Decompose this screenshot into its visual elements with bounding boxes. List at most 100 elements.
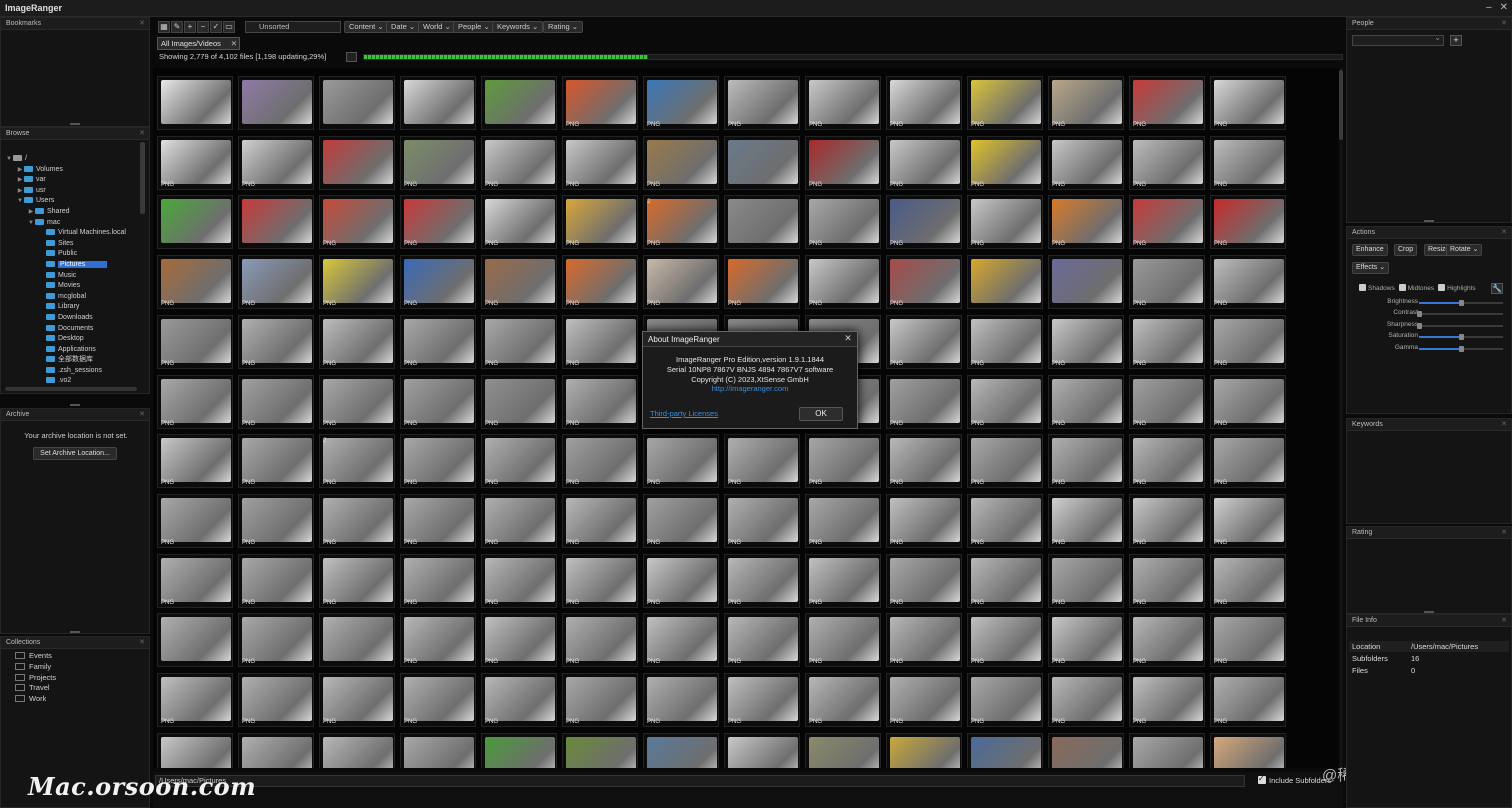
action-enhance-button[interactable]: Enhance xyxy=(1352,244,1388,256)
thumbnail[interactable]: PNG xyxy=(157,553,233,608)
website-link[interactable]: http://imageranger.com xyxy=(643,384,857,393)
thumbnail[interactable]: PNG xyxy=(1210,434,1286,489)
tree-item[interactable]: Sites xyxy=(1,239,139,250)
chevron-right-icon[interactable]: ▶ xyxy=(16,165,24,176)
close-icon[interactable]: ✕ xyxy=(1501,19,1507,27)
sort-select[interactable]: Unsorted xyxy=(245,21,341,33)
resize-grip-icon[interactable] xyxy=(70,404,80,406)
tree-item[interactable]: mcglobal xyxy=(1,292,139,303)
thumbnail[interactable]: PNG xyxy=(400,195,476,250)
thumbnail[interactable]: PNG xyxy=(562,76,638,130)
filter-world[interactable]: World ⌄ xyxy=(418,21,456,33)
grid-scrollbar[interactable] xyxy=(1339,68,1343,768)
thumbnail[interactable]: PNG xyxy=(1129,135,1205,190)
thumbnail[interactable]: PNG xyxy=(1210,135,1286,190)
thumbnail[interactable] xyxy=(319,135,395,190)
thumbnail[interactable]: PNG xyxy=(1129,673,1205,727)
grid-view-icon[interactable]: ▦ xyxy=(158,21,170,33)
thumbnail[interactable]: PNG xyxy=(562,493,638,548)
thumbnail[interactable]: PNG xyxy=(886,374,962,429)
thumbnail[interactable] xyxy=(157,76,233,130)
thumbnail[interactable]: PNG xyxy=(1129,613,1205,668)
tree-item[interactable]: ▶ usr xyxy=(1,186,139,197)
thumbnail[interactable]: PNG xyxy=(562,135,638,190)
thumbnail[interactable]: PNG xyxy=(724,553,800,608)
thumbnail[interactable]: 2 PNG xyxy=(319,434,395,489)
thumbnail[interactable]: PNG xyxy=(400,374,476,429)
thumbnail[interactable]: PNG xyxy=(481,374,557,429)
thumbnail[interactable]: PNG xyxy=(886,673,962,727)
tree-item[interactable]: Virtual Machines.local xyxy=(1,228,139,239)
thumbnail[interactable]: PNG xyxy=(319,255,395,310)
collection-item[interactable]: Family xyxy=(15,662,56,673)
collection-item[interactable]: Events xyxy=(15,651,56,662)
thumbnail[interactable]: PNG xyxy=(967,673,1043,727)
thumbnail[interactable] xyxy=(643,732,719,768)
thumbnail[interactable]: PNG xyxy=(1048,76,1124,130)
thumbnail[interactable]: PNG xyxy=(481,673,557,727)
tree-item[interactable]: Public xyxy=(1,249,139,260)
tree-item[interactable]: Pictures xyxy=(1,260,139,271)
close-icon[interactable]: ✕ xyxy=(1501,228,1507,236)
thumbnail[interactable] xyxy=(319,732,395,768)
thumbnail[interactable]: PNG xyxy=(1210,613,1286,668)
thumbnail[interactable]: PNG xyxy=(562,673,638,727)
close-icon[interactable]: ✕ xyxy=(139,638,145,646)
thumbnail[interactable]: PNG xyxy=(400,553,476,608)
thumbnail[interactable]: PNG xyxy=(886,76,962,130)
slider-track[interactable] xyxy=(1417,311,1503,318)
thumbnail[interactable]: PNG xyxy=(157,135,233,190)
thumbnail[interactable]: PNG xyxy=(400,135,476,190)
thumbnail[interactable]: PNG xyxy=(562,255,638,310)
include-subfolders-toggle[interactable]: Include Subfolders xyxy=(1258,774,1331,785)
people-select[interactable] xyxy=(1352,33,1444,46)
thumbnail[interactable]: PNG xyxy=(400,673,476,727)
filter-rating[interactable]: Rating ⌄ xyxy=(543,21,584,33)
check-shadows[interactable]: Shadows xyxy=(1359,284,1395,292)
effects-dropdown[interactable]: Effects ⌄ xyxy=(1352,262,1390,274)
wrench-icon[interactable]: 🔧 xyxy=(1491,283,1503,294)
thumbnail[interactable]: PNG xyxy=(967,434,1043,489)
thumbnail[interactable]: PNG xyxy=(1048,374,1124,429)
thumbnail[interactable]: PNG xyxy=(1129,493,1205,548)
close-icon[interactable]: ✕ xyxy=(1501,616,1507,624)
thumbnail[interactable]: PNG xyxy=(562,613,638,668)
thumbnail[interactable]: PNG xyxy=(1210,314,1286,369)
thumbnail[interactable]: PNG xyxy=(481,613,557,668)
thumbnail[interactable] xyxy=(400,732,476,768)
tree-item[interactable]: ▼ / xyxy=(1,154,139,165)
thumbnail[interactable]: PNG xyxy=(805,493,881,548)
grid-scroll-thumb[interactable] xyxy=(1339,70,1343,140)
resize-grip-icon[interactable] xyxy=(1424,220,1434,222)
thumbnail[interactable]: PNG xyxy=(400,255,476,310)
thumbnail[interactable]: PNG xyxy=(886,613,962,668)
thumbnail[interactable]: PNG xyxy=(1210,76,1286,130)
slider-track[interactable] xyxy=(1419,300,1503,306)
thumbnail[interactable] xyxy=(1129,732,1205,768)
thumbnail[interactable]: PNG xyxy=(805,76,881,130)
thumbnail[interactable]: PNG xyxy=(724,434,800,489)
close-icon[interactable]: ✕ xyxy=(139,129,145,137)
slider-track[interactable] xyxy=(1419,345,1503,352)
thumbnail[interactable]: PNG xyxy=(319,195,395,250)
thumbnail[interactable]: PNG xyxy=(481,255,557,310)
thumbnail[interactable]: PNG xyxy=(724,613,800,668)
thumbnail[interactable] xyxy=(967,732,1043,768)
thumbnail[interactable]: PNG xyxy=(1210,493,1286,548)
thumbnail[interactable]: PNG xyxy=(238,314,314,369)
thumbnail[interactable]: PNG xyxy=(805,434,881,489)
tree-item[interactable]: ▼ Users xyxy=(1,196,139,207)
tree-item[interactable]: Library xyxy=(1,302,139,313)
thumbnail[interactable]: PNG xyxy=(481,135,557,190)
tree-item[interactable]: Movies xyxy=(1,281,139,292)
tree-item[interactable]: .zsh_sessions xyxy=(1,366,139,377)
thumbnail[interactable] xyxy=(157,195,233,250)
remove-icon[interactable]: − xyxy=(197,21,209,33)
chevron-down-icon[interactable]: ▼ xyxy=(16,196,24,207)
resize-grip-icon[interactable] xyxy=(1424,611,1434,613)
close-icon[interactable]: ✕ xyxy=(139,19,145,27)
thumbnail[interactable]: PNG xyxy=(1129,76,1205,130)
thumbnail[interactable]: PNG xyxy=(562,374,638,429)
filter-people[interactable]: People ⌄ xyxy=(453,21,495,33)
thumbnail[interactable]: PNG xyxy=(1210,195,1286,250)
